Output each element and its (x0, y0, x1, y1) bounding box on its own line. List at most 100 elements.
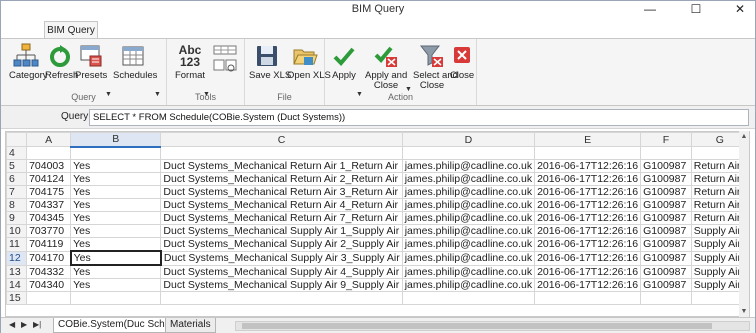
table-cell[interactable]: james.philip@cadline.co.uk (401, 211, 536, 225)
close-button[interactable]: Close (449, 43, 475, 81)
column-header-e[interactable]: E (534, 132, 642, 147)
table-cell[interactable]: Duct Systems_Mechanical Return Air 4_Ret… (160, 198, 403, 212)
select-and-close-button[interactable]: Select and Close (413, 43, 458, 91)
table-cell[interactable]: 704003 (26, 159, 72, 173)
table-cell[interactable]: james.philip@cadline.co.uk (401, 264, 536, 279)
table-cell[interactable]: 704124 (26, 172, 72, 186)
table-cell[interactable]: james.philip@cadline.co.uk (401, 172, 536, 186)
row-header[interactable]: 5 (6, 159, 28, 173)
apply-and-close-button[interactable]: Apply and Close (365, 43, 407, 91)
vertical-scrollbar[interactable]: ▲ ▼ (739, 131, 749, 317)
table-cell[interactable]: 704345 (26, 211, 72, 225)
refresh-button[interactable]: Refresh (45, 43, 78, 81)
table-cell[interactable]: G100987 (640, 237, 692, 252)
row-header[interactable]: 10 (6, 224, 28, 238)
row-header[interactable]: 4 (6, 146, 28, 160)
table-cell[interactable]: 704175 (26, 185, 72, 199)
active-cell[interactable]: Yes (69, 250, 162, 266)
table-cell[interactable]: 2016-06-17T12:26:16 (534, 237, 642, 252)
table-cell[interactable]: Yes (70, 172, 162, 186)
row-header[interactable]: 13 (6, 264, 28, 279)
scroll-down-icon[interactable]: ▼ (739, 308, 749, 315)
row-header[interactable]: 12 (6, 250, 28, 266)
table-cell[interactable]: james.philip@cadline.co.uk (401, 159, 536, 173)
row-header[interactable]: 15 (6, 291, 28, 305)
table-cell[interactable]: james.philip@cadline.co.uk (401, 250, 536, 266)
sheet-tab-materials[interactable]: Materials (165, 318, 216, 333)
scroll-up-icon[interactable]: ▲ (739, 133, 749, 140)
query-input[interactable]: SELECT * FROM Schedule(COBie.System (Duc… (89, 109, 749, 126)
table-cell[interactable]: G100987 (640, 211, 692, 225)
table-cell[interactable]: G100987 (640, 198, 692, 212)
row-header[interactable]: 14 (6, 278, 28, 292)
horizontal-scrollbar[interactable] (235, 321, 750, 331)
table-cell[interactable]: Yes (70, 278, 162, 292)
column-header-a[interactable]: A (26, 132, 72, 147)
table-cell[interactable]: G100987 (640, 278, 692, 292)
column-header-f[interactable]: F (640, 132, 692, 147)
table-cell[interactable]: Yes (70, 224, 162, 238)
grid-view-icon[interactable] (213, 59, 239, 73)
row-header[interactable]: 7 (6, 185, 28, 199)
row-header[interactable]: 11 (6, 237, 28, 252)
table-cell[interactable] (160, 146, 403, 160)
table-cell[interactable]: G100987 (640, 264, 692, 279)
table-cell[interactable] (70, 291, 162, 305)
table-cell[interactable]: Duct Systems_Mechanical Supply Air 9_Sup… (160, 278, 403, 292)
table-cell[interactable]: 2016-06-17T12:26:16 (534, 198, 642, 212)
table-cell[interactable] (70, 146, 162, 160)
table-cell[interactable]: Duct Systems_Mechanical Return Air 3_Ret… (160, 185, 403, 199)
table-cell[interactable]: 704170 (26, 250, 72, 266)
column-header-c[interactable]: C (160, 132, 403, 147)
horizontal-scroll-thumb[interactable] (242, 323, 712, 329)
table-cell[interactable]: Yes (70, 185, 162, 199)
table-cell[interactable]: 2016-06-17T12:26:16 (534, 185, 642, 199)
sheet-nav-next-icon[interactable]: ▶ (21, 320, 27, 329)
table-cell[interactable]: Yes (70, 159, 162, 173)
schedules-button[interactable]: Schedules (113, 43, 157, 81)
save-xls-button[interactable]: Save XLS (249, 43, 291, 81)
table-cell[interactable] (640, 146, 692, 160)
table-cell[interactable]: 703770 (26, 224, 72, 238)
maximize-button[interactable]: ☐ (681, 1, 711, 18)
row-header[interactable]: 6 (6, 172, 28, 186)
format-button[interactable]: Abc 123 Format (171, 43, 209, 81)
row-header[interactable]: 9 (6, 211, 28, 225)
table-cell[interactable]: 2016-06-17T12:26:16 (534, 211, 642, 225)
table-cell[interactable] (640, 291, 692, 305)
table-cell[interactable]: 704332 (26, 264, 72, 279)
presets-button[interactable]: Presets (75, 43, 107, 81)
table-cell[interactable]: 2016-06-17T12:26:16 (534, 278, 642, 292)
column-header-d[interactable]: D (401, 132, 536, 147)
table-cell[interactable]: Duct Systems_Mechanical Supply Air 2_Sup… (160, 237, 403, 252)
apply-button[interactable]: Apply (329, 43, 359, 81)
table-cell[interactable]: G100987 (640, 185, 692, 199)
table-cell[interactable]: 2016-06-17T12:26:16 (534, 172, 642, 186)
spreadsheet-grid[interactable]: A B C D E F G 4 5 704003 Yes Duct System… (5, 131, 750, 317)
table-cell[interactable]: G100987 (640, 250, 692, 266)
table-cell[interactable]: Yes (70, 198, 162, 212)
column-header-b[interactable]: B (70, 132, 162, 148)
table-cell[interactable]: 2016-06-17T12:26:16 (534, 159, 642, 173)
table-cell[interactable] (26, 146, 72, 160)
table-cell[interactable]: Yes (70, 237, 162, 252)
table-cell[interactable]: james.philip@cadline.co.uk (401, 198, 536, 212)
table-cell[interactable]: 2016-06-17T12:26:16 (534, 224, 642, 238)
table-cell[interactable]: 2016-06-17T12:26:16 (534, 250, 642, 266)
table-cell[interactable]: james.philip@cadline.co.uk (401, 237, 536, 252)
table-cell[interactable]: 704119 (26, 237, 72, 252)
table-cell[interactable]: Duct Systems_Mechanical Supply Air 4_Sup… (160, 264, 403, 279)
select-all-corner[interactable] (6, 132, 28, 147)
table-cell[interactable]: Duct Systems_Mechanical Return Air 1_Ret… (160, 159, 403, 173)
open-xls-button[interactable]: Open XLS (287, 43, 331, 81)
table-cell[interactable]: Duct Systems_Mechanical Return Air 2_Ret… (160, 172, 403, 186)
table-cell[interactable] (160, 291, 403, 305)
sheet-nav-last-icon[interactable]: ▶| (33, 320, 41, 329)
table-cell[interactable]: james.philip@cadline.co.uk (401, 224, 536, 238)
table-cell[interactable] (26, 291, 72, 305)
table-cell[interactable]: G100987 (640, 172, 692, 186)
table-cell[interactable]: G100987 (640, 224, 692, 238)
row-header[interactable]: 8 (6, 198, 28, 212)
table-cell[interactable] (401, 146, 536, 160)
sheet-nav-first-icon[interactable]: ◀ (9, 320, 15, 329)
